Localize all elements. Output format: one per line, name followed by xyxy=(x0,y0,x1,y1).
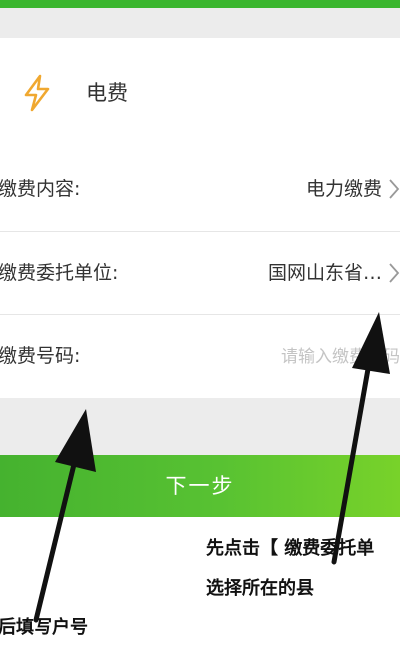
account-number-row: 缴费号码: 请输入缴费号码 xyxy=(0,315,400,397)
chevron-right-icon xyxy=(389,263,400,283)
bill-type-header: 电费 xyxy=(0,38,400,148)
lightning-bolt-icon xyxy=(24,74,50,112)
payment-content-label: 缴费内容: xyxy=(0,178,81,200)
payment-content-row[interactable]: 缴费内容: 电力缴费 xyxy=(0,148,400,230)
chevron-right-icon xyxy=(389,179,400,199)
instruction-step1-line2: 选择所在的县 xyxy=(206,578,314,599)
payment-unit-label: 缴费委托单位: xyxy=(0,262,119,284)
instruction-step2: 后填写户号 xyxy=(0,617,88,638)
bill-type-title: 电费 xyxy=(86,81,128,105)
page: 电费 缴费内容: 电力缴费 缴费委托单位: 国网山东省… 缴费号码: 请输入缴费… xyxy=(0,0,400,650)
payment-card: 电费 缴费内容: 电力缴费 缴费委托单位: 国网山东省… 缴费号码: 请输入缴费… xyxy=(0,38,400,398)
payment-content-value: 电力缴费 xyxy=(305,178,382,200)
payment-unit-value: 国网山东省… xyxy=(267,262,382,284)
top-bar xyxy=(0,0,400,8)
payment-unit-row[interactable]: 缴费委托单位: 国网山东省… xyxy=(0,232,400,314)
account-number-input[interactable]: 请输入缴费号码 xyxy=(281,346,400,368)
next-step-button[interactable]: 下一步 xyxy=(0,455,400,517)
instruction-step1-line1: 先点击【 缴费委托单 xyxy=(206,538,375,559)
account-number-label: 缴费号码: xyxy=(0,345,81,367)
